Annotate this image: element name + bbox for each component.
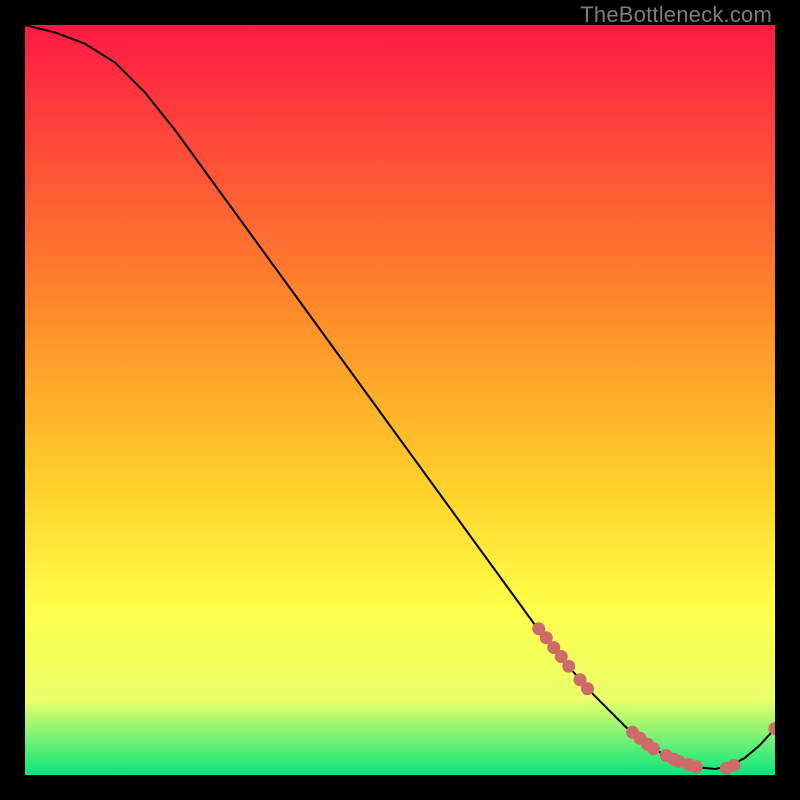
data-marker bbox=[562, 660, 575, 673]
chart-plot bbox=[25, 25, 775, 775]
gradient-background bbox=[25, 25, 775, 775]
data-marker bbox=[581, 682, 594, 695]
data-marker bbox=[647, 742, 660, 755]
data-marker bbox=[727, 759, 740, 772]
chart-frame: TheBottleneck.com bbox=[0, 0, 800, 800]
data-marker bbox=[690, 760, 703, 773]
